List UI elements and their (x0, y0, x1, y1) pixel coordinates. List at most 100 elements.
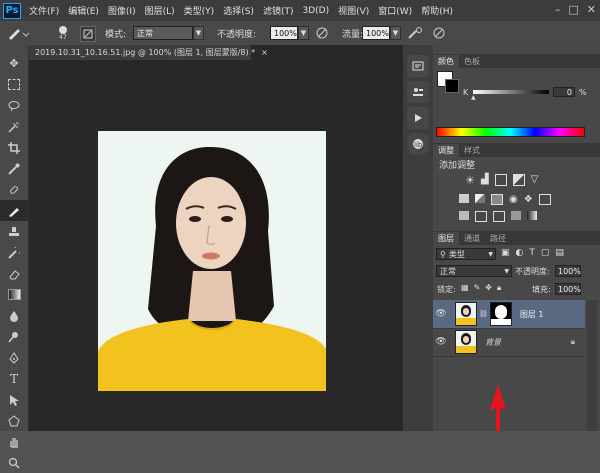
menu-select[interactable]: 选择(S) (223, 4, 254, 17)
gradient-tool-icon[interactable] (0, 284, 28, 305)
layer-row-layer1[interactable]: 👁︎ ⛓ 图层 1 (433, 300, 585, 329)
levels-icon[interactable]: ▟ (481, 174, 489, 187)
airbrush-icon[interactable] (407, 25, 423, 41)
tab-layers[interactable]: 图层 (433, 232, 459, 245)
lock-position-icon[interactable]: ✥ (485, 283, 492, 293)
pressure-opacity-icon[interactable] (315, 25, 329, 41)
channel-mixer-icon[interactable]: ❖ (524, 194, 533, 205)
pen-tool-icon[interactable] (0, 347, 28, 368)
filter-adjustment-icon[interactable]: ◐ (516, 248, 524, 258)
slider-handle-icon[interactable]: ▲ (471, 94, 476, 101)
dodge-tool-icon[interactable] (0, 326, 28, 347)
posterize-icon[interactable] (475, 211, 487, 222)
menu-edit[interactable]: 编辑(E) (68, 4, 99, 17)
k-value-input[interactable]: 0 (553, 87, 575, 97)
lock-paint-icon[interactable]: ✎ (474, 283, 481, 293)
layers-scrollbar[interactable] (587, 300, 597, 431)
k-slider-track[interactable] (473, 90, 549, 94)
curves-icon[interactable] (494, 174, 507, 186)
minimize-button[interactable]: – (555, 3, 561, 16)
menu-help[interactable]: 帮助(H) (421, 4, 453, 17)
menu-3d[interactable]: 3D(D) (302, 6, 329, 16)
visibility-eye-icon[interactable]: 👁︎ (433, 309, 449, 319)
pressure-size-icon[interactable] (432, 25, 446, 41)
type-tool-icon[interactable]: T (0, 368, 28, 389)
brush-panel-toggle-icon[interactable] (80, 26, 96, 42)
clone-stamp-tool-icon[interactable] (0, 221, 28, 242)
menu-file[interactable]: 文件(F) (29, 4, 59, 17)
history-panel-icon[interactable] (407, 55, 429, 77)
color-balance-icon[interactable] (475, 194, 485, 203)
threshold-icon[interactable] (493, 211, 505, 222)
libraries-panel-icon[interactable]: lib (407, 133, 429, 155)
flow-input[interactable]: 100% ▼ (362, 25, 401, 41)
crop-tool-icon[interactable] (0, 137, 28, 158)
lock-pixels-icon[interactable]: ▦ (461, 283, 469, 293)
move-tool-icon[interactable]: ✥ (0, 53, 28, 74)
opacity-input[interactable]: 100% ▼ (270, 25, 309, 41)
brightness-icon[interactable]: ☀ (465, 174, 475, 187)
tab-adjustments[interactable]: 调整 (433, 144, 459, 157)
brush-tool-icon[interactable] (0, 200, 28, 221)
gradient-map-icon[interactable] (527, 211, 537, 220)
menu-type[interactable]: 类型(Y) (184, 4, 215, 17)
menu-image[interactable]: 图像(I) (108, 4, 136, 17)
layer-row-background[interactable]: 👁︎ 背景 🔒︎ (433, 328, 585, 357)
close-icon[interactable]: × (261, 48, 268, 57)
background-color-swatch[interactable] (445, 79, 459, 93)
lasso-tool-icon[interactable] (0, 95, 28, 116)
shape-tool-icon[interactable] (0, 410, 28, 431)
maximize-button[interactable]: □ (568, 3, 578, 16)
filter-smart-icon[interactable]: ▤ (555, 248, 564, 258)
menu-filter[interactable]: 滤镜(T) (263, 4, 294, 17)
filter-type-icon[interactable]: T (529, 248, 535, 258)
tab-paths[interactable]: 路径 (485, 232, 511, 245)
filter-shape-icon[interactable]: ▢ (541, 248, 550, 258)
color-spectrum-ramp[interactable] (436, 127, 585, 137)
tab-color[interactable]: 颜色 (433, 55, 459, 68)
eyedropper-tool-icon[interactable] (0, 158, 28, 179)
mask-link-icon[interactable]: ⛓ (479, 310, 488, 318)
layer-opacity-input[interactable]: 100% (555, 265, 581, 277)
layer-mask-thumbnail[interactable] (489, 302, 512, 326)
fill-input[interactable]: 100% (555, 283, 581, 295)
blur-tool-icon[interactable] (0, 305, 28, 326)
menu-view[interactable]: 视图(V) (338, 4, 369, 17)
hand-tool-icon[interactable] (0, 431, 28, 452)
right-panels: 颜色 色板 K ▲ 0 % 调整 样式 添加调整 ☀ ▟ ▽ ◉ ❖ 图层 通道 (433, 45, 600, 431)
hue-saturation-icon[interactable] (459, 194, 469, 203)
menu-window[interactable]: 窗口(W) (378, 4, 412, 17)
tab-styles[interactable]: 样式 (459, 144, 485, 157)
magic-wand-tool-icon[interactable] (0, 116, 28, 137)
blend-mode-select[interactable]: 正常 ▼ (436, 265, 512, 277)
healing-brush-tool-icon[interactable] (0, 179, 28, 200)
exposure-icon[interactable] (512, 174, 525, 186)
history-brush-tool-icon[interactable] (0, 242, 28, 263)
vibrance-icon[interactable]: ▽ (531, 174, 539, 187)
layer-thumbnail (455, 302, 477, 326)
photo-filter-icon[interactable]: ◉ (509, 194, 518, 205)
selective-color-icon[interactable] (511, 211, 521, 220)
document-tab[interactable]: 2019.10.31_10.16.51.jpg @ 100% (图层 1, 图层… (29, 45, 268, 60)
tab-swatches[interactable]: 色板 (459, 55, 485, 68)
brush-size-picker[interactable]: 47 (50, 25, 76, 41)
properties-panel-icon[interactable] (407, 81, 429, 103)
path-selection-tool-icon[interactable] (0, 389, 28, 410)
layer-filter-select[interactable]: ⚲ 类型 ▼ (436, 248, 496, 260)
black-white-icon[interactable] (491, 194, 503, 205)
zoom-tool-icon[interactable] (0, 452, 28, 473)
brush-tool-preset-icon[interactable] (6, 25, 30, 41)
marquee-tool-icon[interactable] (0, 74, 28, 95)
invert-icon[interactable] (459, 211, 469, 220)
filter-pixel-icon[interactable]: ▣ (501, 248, 510, 258)
tab-channels[interactable]: 通道 (459, 232, 485, 245)
close-button[interactable]: ✕ (587, 3, 596, 16)
mode-select[interactable]: 正常 ▼ (133, 25, 204, 41)
actions-panel-icon[interactable] (407, 107, 429, 129)
menu-layer[interactable]: 图层(L) (145, 4, 175, 17)
visibility-eye-icon[interactable]: 👁︎ (433, 337, 449, 347)
lock-all-icon[interactable]: 🔒︎ (497, 283, 501, 293)
eraser-tool-icon[interactable] (0, 263, 28, 284)
canvas-photo[interactable] (98, 131, 326, 391)
color-lookup-icon[interactable] (538, 194, 551, 205)
